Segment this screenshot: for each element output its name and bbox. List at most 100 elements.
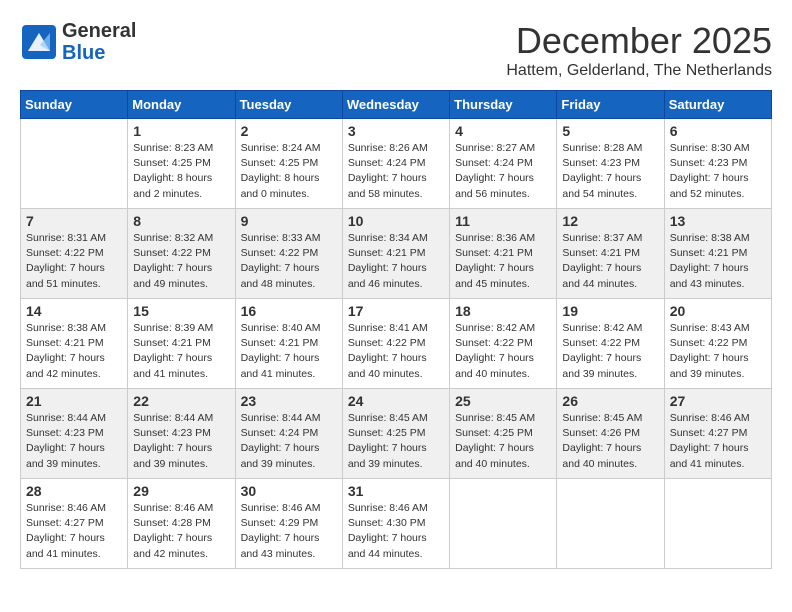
calendar-cell: 24 Sunrise: 8:45 AM Sunset: 4:25 PM Dayli…	[342, 389, 449, 479]
subtitle: Hattem, Gelderland, The Netherlands	[506, 62, 772, 80]
day-info: Sunrise: 8:42 AM Sunset: 4:22 PM Dayligh…	[455, 321, 551, 382]
day-number: 24	[348, 393, 444, 409]
weekday-header-wednesday: Wednesday	[342, 91, 449, 119]
day-info: Sunrise: 8:44 AM Sunset: 4:23 PM Dayligh…	[26, 411, 122, 472]
day-number: 21	[26, 393, 122, 409]
day-number: 19	[562, 303, 658, 319]
day-number: 5	[562, 123, 658, 139]
calendar-cell: 8 Sunrise: 8:32 AM Sunset: 4:22 PM Daylig…	[128, 209, 235, 299]
calendar-cell: 28Sunrise: 8:46 AM Sunset: 4:27 PM Dayli…	[21, 479, 128, 569]
day-number: 31	[348, 483, 444, 499]
calendar-cell: 1 Sunrise: 8:23 AM Sunset: 4:25 PM Daylig…	[128, 119, 235, 209]
day-info: Sunrise: 8:44 AM Sunset: 4:23 PM Dayligh…	[133, 411, 229, 472]
weekday-header-thursday: Thursday	[450, 91, 557, 119]
logo-general: General	[62, 20, 136, 42]
weekday-header-saturday: Saturday	[664, 91, 771, 119]
day-number: 12	[562, 213, 658, 229]
calendar-cell: 10Sunrise: 8:34 AM Sunset: 4:21 PM Dayli…	[342, 209, 449, 299]
calendar-cell: 20Sunrise: 8:43 AM Sunset: 4:22 PM Dayli…	[664, 299, 771, 389]
day-info: Sunrise: 8:42 AM Sunset: 4:22 PM Dayligh…	[562, 321, 658, 382]
day-number: 9	[241, 213, 337, 229]
day-number: 6	[670, 123, 766, 139]
day-number: 20	[670, 303, 766, 319]
day-number: 25	[455, 393, 551, 409]
day-number: 7	[26, 213, 122, 229]
day-info: Sunrise: 8:46 AM Sunset: 4:30 PM Dayligh…	[348, 501, 444, 562]
day-number: 10	[348, 213, 444, 229]
calendar-cell: 30 Sunrise: 8:46 AM Sunset: 4:29 PM Dayli…	[235, 479, 342, 569]
day-info: Sunrise: 8:26 AM Sunset: 4:24 PM Dayligh…	[348, 141, 444, 202]
calendar-cell: 22Sunrise: 8:44 AM Sunset: 4:23 PM Dayli…	[128, 389, 235, 479]
logo: General Blue	[20, 20, 136, 64]
day-number: 8	[133, 213, 229, 229]
day-info: Sunrise: 8:39 AM Sunset: 4:21 PM Dayligh…	[133, 321, 229, 382]
day-info: Sunrise: 8:46 AM Sunset: 4:29 PM Dayligh…	[241, 501, 337, 562]
day-number: 1	[133, 123, 229, 139]
weekday-header-monday: Monday	[128, 91, 235, 119]
day-info: Sunrise: 8:23 AM Sunset: 4:25 PM Dayligh…	[133, 141, 229, 202]
day-info: Sunrise: 8:46 AM Sunset: 4:27 PM Dayligh…	[26, 501, 122, 562]
day-number: 11	[455, 213, 551, 229]
day-info: Sunrise: 8:37 AM Sunset: 4:21 PM Dayligh…	[562, 231, 658, 292]
day-number: 2	[241, 123, 337, 139]
month-title: December 2025	[506, 20, 772, 62]
calendar-cell: 25Sunrise: 8:45 AM Sunset: 4:25 PM Dayli…	[450, 389, 557, 479]
day-info: Sunrise: 8:45 AM Sunset: 4:26 PM Dayligh…	[562, 411, 658, 472]
calendar-cell: 21 Sunrise: 8:44 AM Sunset: 4:23 PM Dayli…	[21, 389, 128, 479]
day-info: Sunrise: 8:45 AM Sunset: 4:25 PM Dayligh…	[348, 411, 444, 472]
title-block: December 2025 Hattem, Gelderland, The Ne…	[506, 20, 772, 80]
calendar-cell: 17Sunrise: 8:41 AM Sunset: 4:22 PM Dayli…	[342, 299, 449, 389]
calendar-cell: 4 Sunrise: 8:27 AM Sunset: 4:24 PM Daylig…	[450, 119, 557, 209]
day-number: 15	[133, 303, 229, 319]
calendar-cell	[664, 479, 771, 569]
day-info: Sunrise: 8:28 AM Sunset: 4:23 PM Dayligh…	[562, 141, 658, 202]
calendar-cell	[21, 119, 128, 209]
calendar-cell: 9 Sunrise: 8:33 AM Sunset: 4:22 PM Daylig…	[235, 209, 342, 299]
weekday-header-sunday: Sunday	[21, 91, 128, 119]
page-header: General Blue December 2025 Hattem, Gelde…	[20, 20, 772, 80]
day-info: Sunrise: 8:36 AM Sunset: 4:21 PM Dayligh…	[455, 231, 551, 292]
calendar-cell: 13Sunrise: 8:38 AM Sunset: 4:21 PM Dayli…	[664, 209, 771, 299]
calendar-cell: 18Sunrise: 8:42 AM Sunset: 4:22 PM Dayli…	[450, 299, 557, 389]
day-number: 27	[670, 393, 766, 409]
calendar-cell: 14Sunrise: 8:38 AM Sunset: 4:21 PM Dayli…	[21, 299, 128, 389]
day-info: Sunrise: 8:38 AM Sunset: 4:21 PM Dayligh…	[670, 231, 766, 292]
day-number: 30	[241, 483, 337, 499]
day-info: Sunrise: 8:40 AM Sunset: 4:21 PM Dayligh…	[241, 321, 337, 382]
day-number: 3	[348, 123, 444, 139]
day-info: Sunrise: 8:27 AM Sunset: 4:24 PM Dayligh…	[455, 141, 551, 202]
calendar-cell	[557, 479, 664, 569]
calendar-cell: 15 Sunrise: 8:39 AM Sunset: 4:21 PM Dayli…	[128, 299, 235, 389]
calendar-cell: 29 Sunrise: 8:46 AM Sunset: 4:28 PM Dayli…	[128, 479, 235, 569]
calendar-table: SundayMondayTuesdayWednesdayThursdayFrid…	[20, 90, 772, 569]
weekday-header-friday: Friday	[557, 91, 664, 119]
calendar-cell: 16 Sunrise: 8:40 AM Sunset: 4:21 PM Dayli…	[235, 299, 342, 389]
calendar-cell: 11 Sunrise: 8:36 AM Sunset: 4:21 PM Dayli…	[450, 209, 557, 299]
calendar-cell: 12 Sunrise: 8:37 AM Sunset: 4:21 PM Dayli…	[557, 209, 664, 299]
calendar-week-row: 1 Sunrise: 8:23 AM Sunset: 4:25 PM Daylig…	[21, 119, 772, 209]
day-info: Sunrise: 8:31 AM Sunset: 4:22 PM Dayligh…	[26, 231, 122, 292]
logo-icon	[20, 23, 58, 61]
day-number: 4	[455, 123, 551, 139]
calendar-week-row: 28Sunrise: 8:46 AM Sunset: 4:27 PM Dayli…	[21, 479, 772, 569]
day-number: 14	[26, 303, 122, 319]
day-number: 23	[241, 393, 337, 409]
calendar-cell: 23Sunrise: 8:44 AM Sunset: 4:24 PM Dayli…	[235, 389, 342, 479]
day-number: 17	[348, 303, 444, 319]
day-number: 29	[133, 483, 229, 499]
day-info: Sunrise: 8:33 AM Sunset: 4:22 PM Dayligh…	[241, 231, 337, 292]
calendar-cell: 3 Sunrise: 8:26 AM Sunset: 4:24 PM Daylig…	[342, 119, 449, 209]
day-info: Sunrise: 8:32 AM Sunset: 4:22 PM Dayligh…	[133, 231, 229, 292]
calendar-cell: 7 Sunrise: 8:31 AM Sunset: 4:22 PM Daylig…	[21, 209, 128, 299]
calendar-cell: 6 Sunrise: 8:30 AM Sunset: 4:23 PM Daylig…	[664, 119, 771, 209]
calendar-cell: 31 Sunrise: 8:46 AM Sunset: 4:30 PM Dayli…	[342, 479, 449, 569]
day-number: 16	[241, 303, 337, 319]
calendar-week-row: 14Sunrise: 8:38 AM Sunset: 4:21 PM Dayli…	[21, 299, 772, 389]
calendar-week-row: 21 Sunrise: 8:44 AM Sunset: 4:23 PM Dayli…	[21, 389, 772, 479]
calendar-cell: 19 Sunrise: 8:42 AM Sunset: 4:22 PM Dayli…	[557, 299, 664, 389]
day-info: Sunrise: 8:30 AM Sunset: 4:23 PM Dayligh…	[670, 141, 766, 202]
day-info: Sunrise: 8:46 AM Sunset: 4:28 PM Dayligh…	[133, 501, 229, 562]
calendar-week-row: 7 Sunrise: 8:31 AM Sunset: 4:22 PM Daylig…	[21, 209, 772, 299]
calendar-cell: 5 Sunrise: 8:28 AM Sunset: 4:23 PM Daylig…	[557, 119, 664, 209]
day-info: Sunrise: 8:46 AM Sunset: 4:27 PM Dayligh…	[670, 411, 766, 472]
